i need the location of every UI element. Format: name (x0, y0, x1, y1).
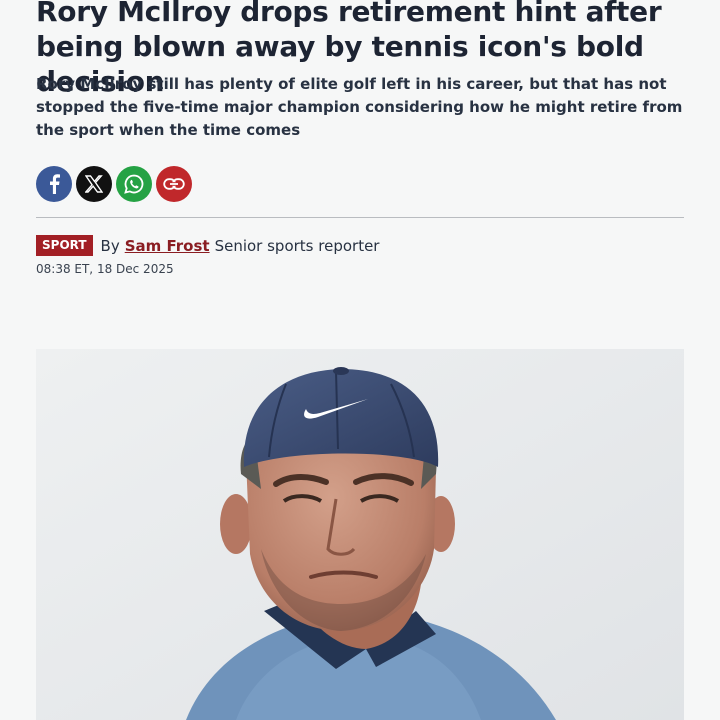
share-copy-link-button[interactable] (156, 166, 192, 202)
facebook-icon (50, 174, 60, 194)
share-bar (36, 166, 192, 202)
share-x-button[interactable] (76, 166, 112, 202)
article-hero-photo (36, 349, 684, 720)
section-badge[interactable]: SPORT (36, 235, 93, 256)
link-icon (163, 178, 185, 190)
whatsapp-icon (124, 174, 144, 194)
author-role: Senior sports reporter (214, 236, 380, 255)
golfer-photo (36, 349, 684, 720)
byline: SPORT By Sam Frost Senior sports reporte… (36, 235, 379, 256)
x-icon (85, 175, 103, 193)
article-standfirst: Rory McIlroy still has plenty of elite g… (36, 75, 683, 139)
share-facebook-button[interactable] (36, 166, 72, 202)
publish-timestamp: 08:38 ET, 18 Dec 2025 (36, 262, 174, 276)
author-link[interactable]: Sam Frost (125, 237, 210, 255)
share-whatsapp-button[interactable] (116, 166, 152, 202)
divider (36, 217, 684, 218)
byline-prefix: By (100, 236, 120, 255)
